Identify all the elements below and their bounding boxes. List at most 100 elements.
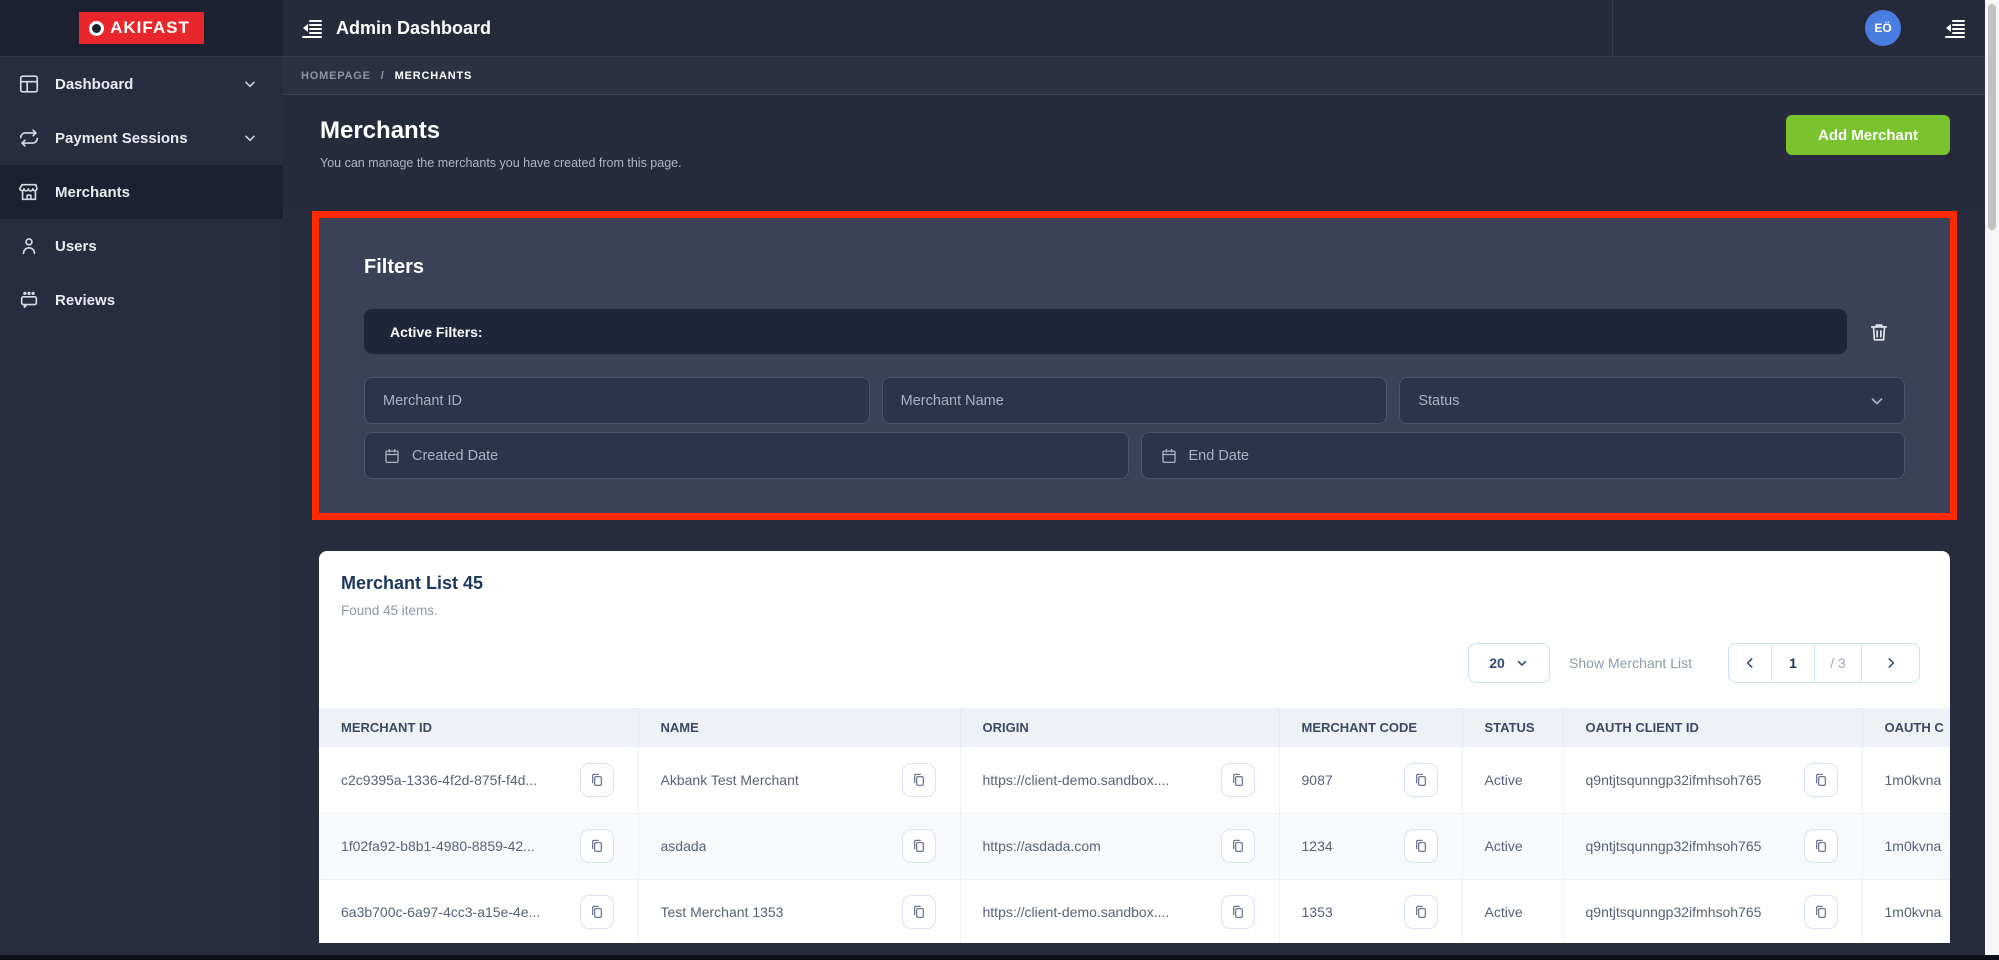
collapse-panel-icon[interactable] [1943,16,1967,40]
current-page[interactable]: 1 [1772,644,1815,682]
sidebar-item-dashboard[interactable]: Dashboard [0,57,283,111]
merchant-id-field[interactable] [364,377,870,424]
clear-filters-button[interactable] [1853,309,1905,354]
breadcrumb-homepage[interactable]: HOMEPAGE [301,70,371,82]
filters-panel: Filters Active Filters: Merchant ID Merc… [319,218,1950,513]
sidebar-item-reviews[interactable]: Reviews [0,273,283,327]
copy-icon [591,773,602,786]
chevron-left-icon [1746,658,1753,668]
copy-button[interactable] [1403,895,1438,929]
cell-merchant-id: c2c9395a-1336-4f2d-875f-f4d... [341,771,538,788]
copy-icon [913,839,924,852]
copy-button[interactable] [1803,762,1838,797]
cell-merchant-id: 1f02fa92-b8b1-4980-8859-42... [341,838,535,854]
users-icon [22,238,36,255]
sidebar-item-label: Reviews [55,291,116,309]
cell-name: Akbank Test Merchant [660,771,799,788]
reviews-icon [20,291,38,309]
copy-icon [1232,905,1243,918]
filters-title: Filters [364,256,425,278]
akifast-logo[interactable]: AKIFAST [79,12,204,44]
copy-button[interactable] [1220,762,1255,797]
topbar-right: EÖ [1865,10,1967,46]
avatar[interactable]: EÖ [1865,10,1901,46]
copy-button[interactable] [901,895,936,929]
app-title: Admin Dashboard [336,17,492,38]
copy-button[interactable] [579,762,614,797]
chevron-down-icon [1517,660,1527,666]
merchant-name-input[interactable] [900,392,1369,409]
copy-button[interactable] [1403,829,1438,863]
copy-button[interactable] [1803,895,1838,929]
cell-name: Test Merchant 1353 [660,904,784,920]
merchant-list-count: Found 45 items. [341,603,438,618]
copy-button[interactable] [1403,762,1438,797]
cell-merchant-code: 1353 [1301,904,1333,920]
merchant-id-input[interactable] [383,392,851,409]
page-title: Merchants [320,117,441,144]
copy-button[interactable] [579,895,614,929]
chevron-right-icon [1887,658,1894,668]
show-merchant-list-label: Show Merchant List [1569,655,1692,671]
copy-button[interactable] [1220,829,1255,863]
next-page-button[interactable] [1862,644,1919,682]
cell-oauth-client-id: q9ntjtsqunngp32ifmhsoh765 [1585,904,1762,920]
copy-button[interactable] [579,829,614,863]
dashboard-icon [19,75,39,93]
merchant-name-field[interactable] [881,377,1388,424]
sidebar-item-payment-sessions[interactable]: Payment Sessions [0,111,283,165]
app-window: AKIFAST Dashboard Payment Sessions Merch… [0,0,1999,960]
cell-oauth-client-secret: 1m0kvna [1884,904,1942,920]
topbar: Admin Dashboard EÖ [283,0,1985,57]
chevron-down-icon [1871,397,1883,404]
col-oauth-client-secret: OAUTH C [1862,708,1950,747]
copy-button[interactable] [901,762,936,797]
status-select[interactable]: Status [1399,377,1905,424]
list-controls: 20 Show Merchant List 1 / 3 [341,642,1928,684]
col-status: STATUS [1462,708,1564,747]
sidebar-item-merchants[interactable]: Merchants [0,165,283,219]
sidebar-item-label: Dashboard [55,75,134,93]
vertical-scrollbar[interactable] [1985,0,1999,960]
breadcrumb-separator: / [380,69,385,82]
cell-merchant-id: 6a3b700c-6a97-4cc3-a15e-4e... [341,904,541,920]
created-date-field[interactable]: Created Date [364,432,1129,479]
cell-status: Active [1484,771,1523,788]
calendar-icon [1161,448,1176,463]
copy-icon [913,905,924,918]
cell-status: Active [1484,838,1523,854]
prev-page-button[interactable] [1729,644,1772,682]
active-filters-row: Active Filters: [364,309,1905,354]
cell-oauth-client-secret: 1m0kvna [1884,771,1942,788]
copy-icon [1815,773,1826,786]
end-date-field[interactable]: End Date [1140,432,1905,479]
copy-icon [1415,905,1426,918]
merchant-list-header: Merchant List 45 Found 45 items. 20 Show… [319,573,1950,684]
copy-icon [1415,839,1426,852]
table-row: 6a3b700c-6a97-4cc3-a15e-4e... Test Merch… [319,879,1950,943]
cell-merchant-code: 9087 [1301,771,1333,788]
add-merchant-button[interactable]: Add Merchant [1786,115,1950,155]
col-origin: ORIGIN [960,708,1280,747]
sidebar-item-label: Payment Sessions [55,129,188,147]
copy-button[interactable] [1803,829,1838,863]
sidebar-item-label: Merchants [55,183,131,201]
copy-button[interactable] [901,829,936,863]
sidebar-item-users[interactable]: Users [0,219,283,273]
copy-icon [591,839,602,852]
trash-icon [1870,323,1888,341]
col-name: NAME [638,708,961,747]
collapse-sidebar-icon[interactable] [300,16,324,40]
main-area: Admin Dashboard EÖ HOMEPAGE / MERCHANTS … [283,0,1985,960]
col-merchant-id: MERCHANT ID [319,708,639,747]
col-oauth-client-id: OAUTH CLIENT ID [1563,708,1863,747]
copy-icon [1232,839,1243,852]
filters-row-1: Status [364,377,1905,424]
merchant-table-wrap: MERCHANT ID NAME ORIGIN MERCHANT CODE ST… [319,708,1950,943]
copy-button[interactable] [1220,895,1255,929]
copy-icon [1415,773,1426,786]
col-merchant-code: MERCHANT CODE [1279,708,1463,747]
cell-status: Active [1484,904,1523,920]
page-size-select[interactable]: 20 [1468,643,1551,683]
scrollbar-thumb[interactable] [1988,4,1996,230]
